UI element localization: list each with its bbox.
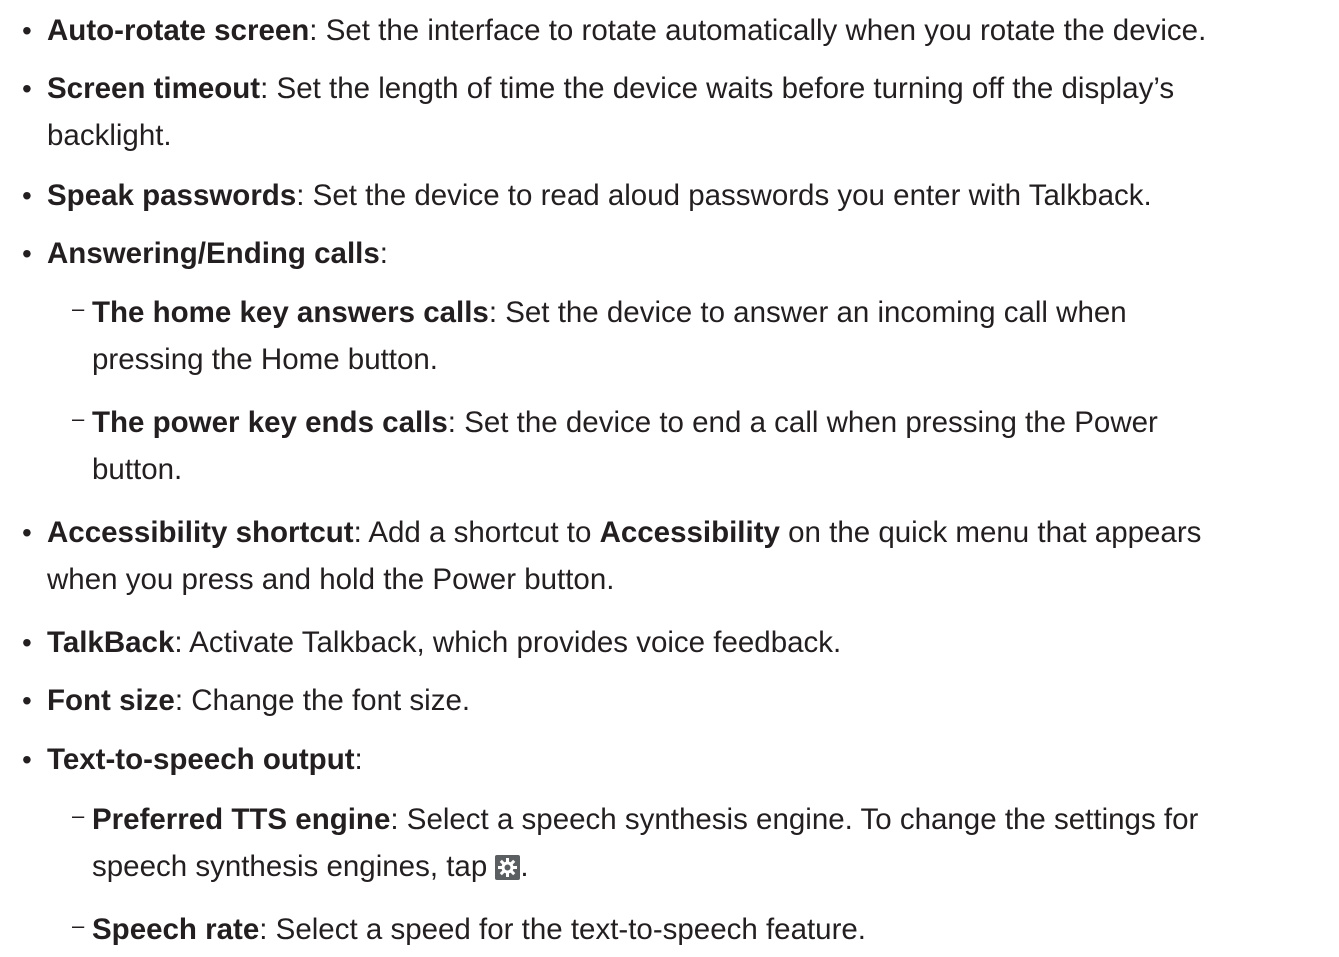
item-term: Text-to-speech output bbox=[47, 743, 355, 776]
item-term: The power key ends calls bbox=[92, 406, 448, 439]
item-description-continued: pressing the Home button. bbox=[92, 343, 439, 376]
item-description: Activate Talkback, which provides voice … bbox=[189, 626, 842, 659]
manual-page: • Auto-rotate screen: Set the interface … bbox=[0, 0, 1339, 953]
item-text: The power key ends calls: Set the device… bbox=[92, 406, 1158, 439]
bullet: • bbox=[22, 73, 32, 104]
item-term: Font size bbox=[47, 684, 175, 717]
item-description: Select a speed for the text-to-speech fe… bbox=[275, 913, 867, 946]
item-description: Select a speech synthesis engine. To cha… bbox=[406, 803, 1199, 836]
item-text: Text-to-speech output: bbox=[47, 743, 363, 776]
item-term: Speech rate bbox=[92, 913, 260, 946]
item-inline-term: Accessibility bbox=[599, 516, 780, 549]
bullet: • bbox=[22, 517, 32, 548]
item-term: TalkBack bbox=[47, 626, 175, 659]
item-description: Set the device to end a call when pressi… bbox=[464, 406, 1158, 439]
dash: – bbox=[72, 296, 85, 321]
item-text: TalkBack: Activate Talkback, which provi… bbox=[47, 626, 842, 659]
bullet: • bbox=[22, 238, 32, 269]
item-term: Screen timeout bbox=[47, 72, 261, 105]
dash: – bbox=[72, 913, 85, 938]
item-term: Preferred TTS engine bbox=[92, 803, 391, 836]
bullet: • bbox=[22, 15, 32, 46]
bullet: • bbox=[22, 180, 32, 211]
item-text: Auto-rotate screen: Set the interface to… bbox=[47, 14, 1207, 47]
item-text: Speech rate: Select a speed for the text… bbox=[92, 913, 867, 946]
item-text: Speak passwords: Set the device to read … bbox=[47, 179, 1152, 212]
item-term: Accessibility shortcut bbox=[47, 516, 354, 549]
dash: – bbox=[72, 406, 85, 431]
item-description: Set the device to read aloud passwords y… bbox=[312, 179, 1152, 212]
item-description: Set the length of time the device waits … bbox=[276, 72, 1175, 105]
item-description-continued: button. bbox=[92, 453, 183, 486]
item-term: Auto-rotate screen bbox=[47, 14, 310, 47]
dash: – bbox=[72, 803, 85, 828]
item-text: Font size: Change the font size. bbox=[47, 684, 471, 717]
item-description-continued: speech synthesis engines, tap . bbox=[92, 850, 529, 883]
item-description: Change the font size. bbox=[191, 684, 471, 717]
item-description-continued: when you press and hold the Power button… bbox=[47, 563, 615, 596]
item-description-continued: backlight. bbox=[47, 119, 172, 152]
item-term: Answering/Ending calls bbox=[47, 237, 380, 270]
item-description: Set the interface to rotate automaticall… bbox=[325, 14, 1207, 47]
gear-icon bbox=[495, 855, 521, 880]
bullet: • bbox=[22, 627, 32, 658]
item-term: The home key answers calls bbox=[92, 296, 489, 329]
bullet: • bbox=[22, 744, 32, 775]
item-text: Answering/Ending calls: bbox=[47, 237, 388, 270]
item-text: Screen timeout: Set the length of time t… bbox=[47, 72, 1175, 105]
item-term: Speak passwords bbox=[47, 179, 297, 212]
bullet: • bbox=[22, 685, 32, 716]
item-description: Set the device to answer an incoming cal… bbox=[505, 296, 1127, 329]
